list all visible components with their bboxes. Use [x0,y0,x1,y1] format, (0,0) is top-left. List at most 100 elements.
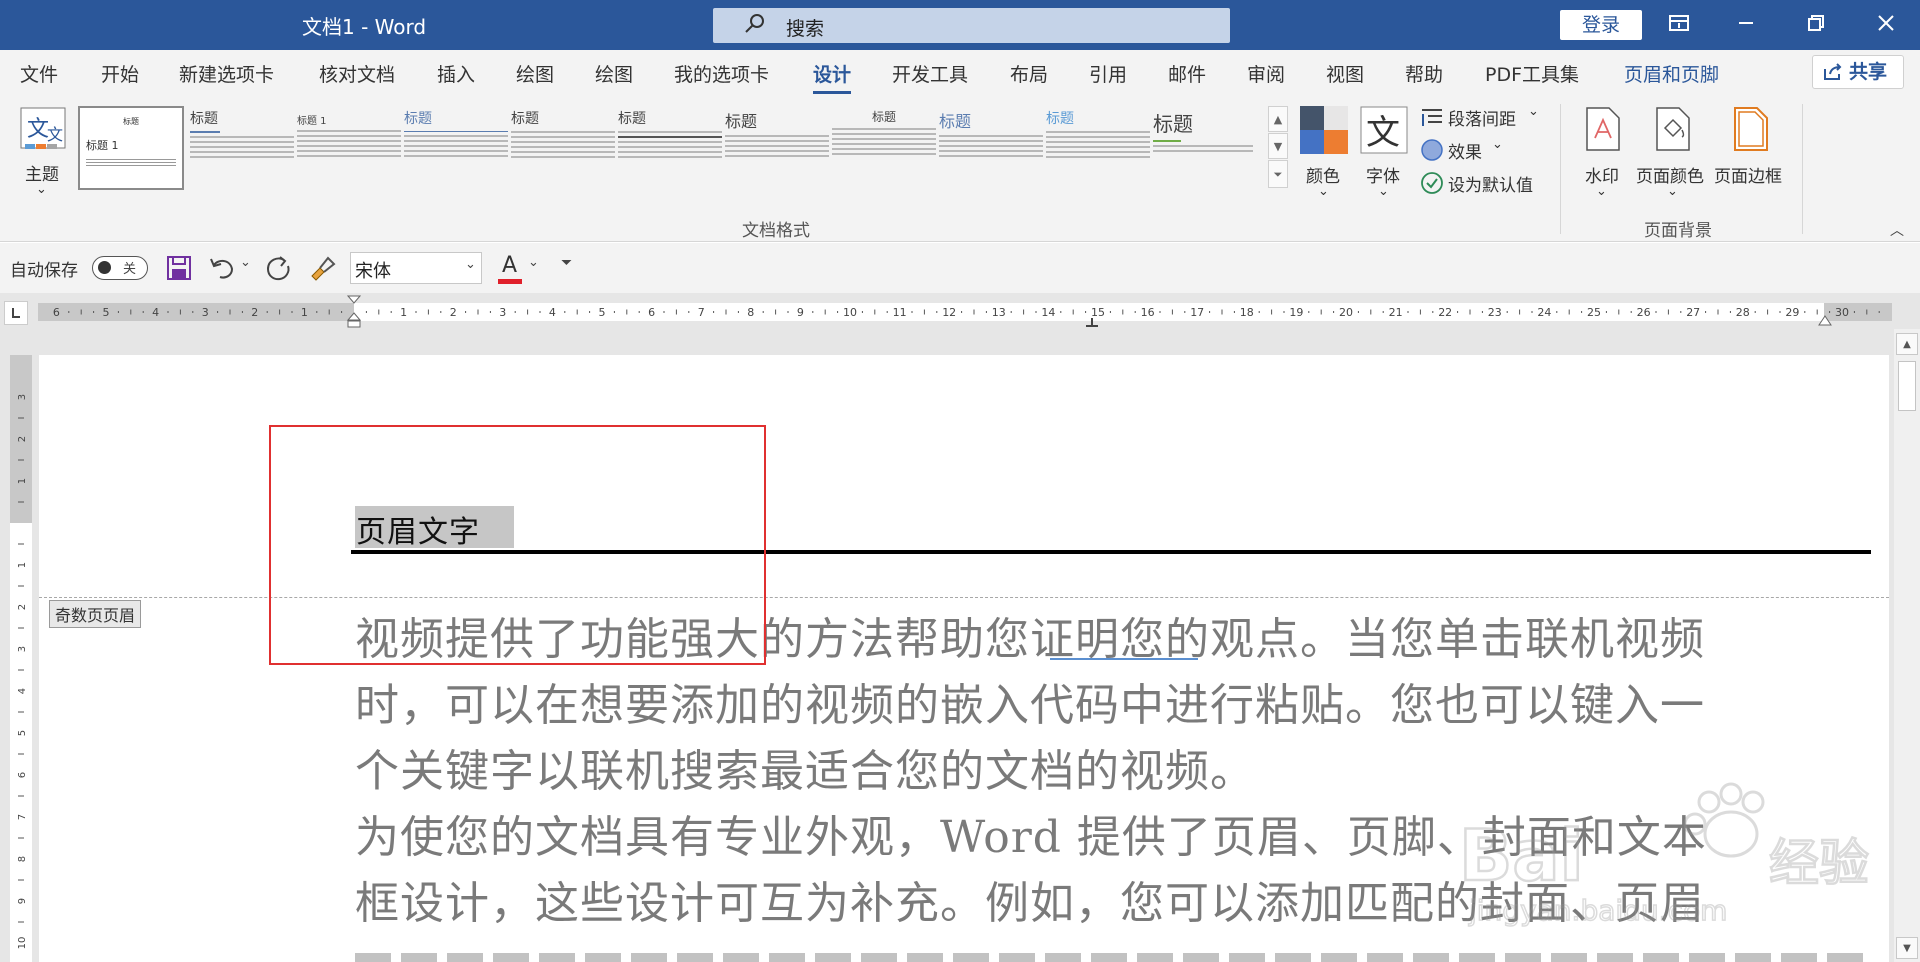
style-option-7[interactable]: 标题 [725,108,829,188]
document-page[interactable]: 页眉文字 奇数页页眉 视频提供了功能强大的方法帮助您证明您的观点。当您单击联机视… [39,355,1889,962]
font-color-dropdown-icon[interactable]: ⌄ [528,255,539,270]
fonts-button[interactable]: 文 字体 ⌄ [1358,104,1410,204]
style-option-3-heading: 标题 1 [297,116,327,127]
page-color-button[interactable]: 页面颜色 ⌄ [1636,104,1712,204]
scroll-thumb[interactable] [1898,361,1916,411]
style-option-6-title: 标题 [618,111,646,127]
ruler-number: 10 [843,306,857,319]
save-icon[interactable] [166,255,192,281]
format-painter-icon[interactable] [308,254,336,282]
undo-icon[interactable] [208,255,236,281]
paragraph-spacing-button[interactable]: 段落间距 ⌄ [1420,104,1550,132]
page-background-group-label: 页面背景 [1644,221,1712,241]
font-color-letter: A [502,253,518,278]
style-option-10-title: 标题 [1046,111,1074,127]
style-option-1[interactable]: 标题 标题 1 [78,106,184,190]
tab-layout[interactable]: 布局 [1010,60,1048,87]
watermark-icon [1586,107,1620,151]
style-option-8-title: 标题 [871,110,896,124]
ruler-number: 4 [549,306,556,319]
tab-my-tab[interactable]: 我的选项卡 [674,60,769,87]
horizontal-ruler: 6 5 4 3 2 1 1 2 3 4 5 6 7 8 9 10 11 12 13 14 15 16 17 18 19 20 21 2… [0,293,1920,329]
ruler-number: 1 [301,306,308,319]
tab-mailings[interactable]: 邮件 [1168,60,1206,87]
ruler-number: 17 [1190,306,1204,319]
style-option-11-lines [1153,140,1253,152]
ribbon: 文 文 主题 ⌄ 标题 标题 1 标题 标题 1 标题 标题 标题 标题 标题 … [0,96,1920,242]
style-option-1-title: 标题 [123,117,139,126]
ruler-number: 30 [1835,306,1849,319]
style-option-11[interactable]: 标题 [1153,108,1253,188]
style-option-9-title: 标题 [939,112,972,131]
style-option-10[interactable]: 标题 [1046,108,1150,188]
paragraph-spacing-label: 段落间距 [1448,110,1516,130]
tab-new[interactable]: 新建选项卡 [179,60,274,87]
tab-draw-2[interactable]: 绘图 [595,60,633,87]
collapse-ribbon-icon[interactable]: ︿ [1890,220,1904,240]
ruler-ticks: 6 5 4 3 2 1 1 2 3 4 5 6 7 8 9 10 11 12 13 14 15 16 17 18 19 20 21 2… [53,306,1880,319]
theme-icon: 文 文 [20,107,66,149]
style-option-2[interactable]: 标题 [190,108,294,188]
style-option-6-lines [618,131,722,158]
gallery-scroll-up-icon[interactable]: ▲ [1268,106,1288,132]
tab-home[interactable]: 开始 [101,60,139,87]
colors-button[interactable]: 颜色 ⌄ [1298,104,1350,204]
body-line-2[interactable]: 时，可以在想要添加的视频的嵌入代码中进行粘贴。您也可以键入一 [355,669,1705,733]
tab-pdf-tools[interactable]: PDF工具集 [1485,60,1579,87]
document-area: 3 2 1 1 2 3 4 5 6 7 8 9 10 页眉文字 奇数页页眉 视频提供了功能强大的方法帮助… [0,329,1920,962]
style-option-8[interactable]: 标题 [832,108,936,188]
undo-dropdown-icon[interactable]: ⌄ [240,255,251,270]
baidu-jingyan-watermark: Bai 经验 jingyan.baidu.com [1458,780,1879,930]
scroll-up-icon[interactable]: ▲ [1896,333,1918,355]
svg-text:文: 文 [27,117,49,142]
font-name-select[interactable]: 宋体 ⌄ [350,252,482,284]
indent-marker-icon[interactable] [347,295,361,329]
style-option-4[interactable]: 标题 [404,108,508,188]
tab-help[interactable]: 帮助 [1405,60,1443,87]
watermark-dropdown-icon: ⌄ [1596,184,1607,199]
style-option-9[interactable]: 标题 [939,108,1043,188]
effects-button[interactable]: 效果 ⌄ [1420,137,1520,165]
ruler-number: 14 [1041,306,1055,319]
tab-proofing[interactable]: 核对文档 [319,60,395,87]
ribbon-display-options-icon[interactable] [1663,10,1695,40]
tab-design[interactable]: 设计 [813,60,852,94]
login-button[interactable]: 登录 [1560,10,1642,40]
scroll-down-icon[interactable]: ▼ [1896,937,1918,959]
minimize-icon[interactable] [1730,10,1762,40]
customize-qat-icon[interactable]: ⏷ [561,255,572,271]
tab-view[interactable]: 视图 [1326,60,1364,87]
share-label: 共享 [1849,61,1888,83]
autosave-toggle[interactable]: 关 [92,256,148,280]
ruler-number: 28 [1736,306,1750,319]
search-box[interactable]: 搜索 [713,8,1230,43]
gallery-scroll-down-icon[interactable]: ▼ [1268,133,1288,159]
body-line-3[interactable]: 个关键字以联机搜索最适合您的文档的视频。 [355,735,1255,799]
theme-button[interactable]: 文 文 主题 ⌄ [14,104,74,204]
page-border-button[interactable]: 页面边框 [1714,104,1790,204]
tab-developer[interactable]: 开发工具 [892,60,968,87]
tab-stop-center-icon[interactable] [1085,318,1099,328]
set-default-button[interactable]: 设为默认值 [1420,170,1550,198]
redo-icon[interactable] [264,254,292,282]
paragraph-spacing-dropdown-icon: ⌄ [1528,104,1539,119]
svg-text:Bai: Bai [1459,815,1584,897]
style-option-6[interactable]: 标题 [618,108,722,188]
tab-references[interactable]: 引用 [1089,60,1127,87]
style-option-3[interactable]: 标题 1 [297,108,401,188]
share-button[interactable]: 共享 [1812,55,1904,89]
tab-header-footer[interactable]: 页眉和页脚 [1624,60,1719,87]
vertical-scrollbar[interactable]: ▲ ▼ [1894,329,1920,962]
close-icon[interactable] [1870,10,1902,40]
right-indent-marker-icon[interactable] [1818,315,1832,327]
watermark-button[interactable]: 水印 ⌄ [1578,104,1628,204]
font-color-button[interactable]: A [498,253,528,285]
tab-review[interactable]: 审阅 [1247,60,1285,87]
style-option-9-lines [939,135,1043,157]
style-option-5[interactable]: 标题 [511,108,615,188]
gallery-more-icon[interactable]: ⏷ [1268,160,1288,188]
tab-draw-1[interactable]: 绘图 [516,60,554,87]
restore-icon[interactable] [1800,10,1832,40]
tab-insert[interactable]: 插入 [437,60,475,87]
tab-file[interactable]: 文件 [20,60,58,87]
